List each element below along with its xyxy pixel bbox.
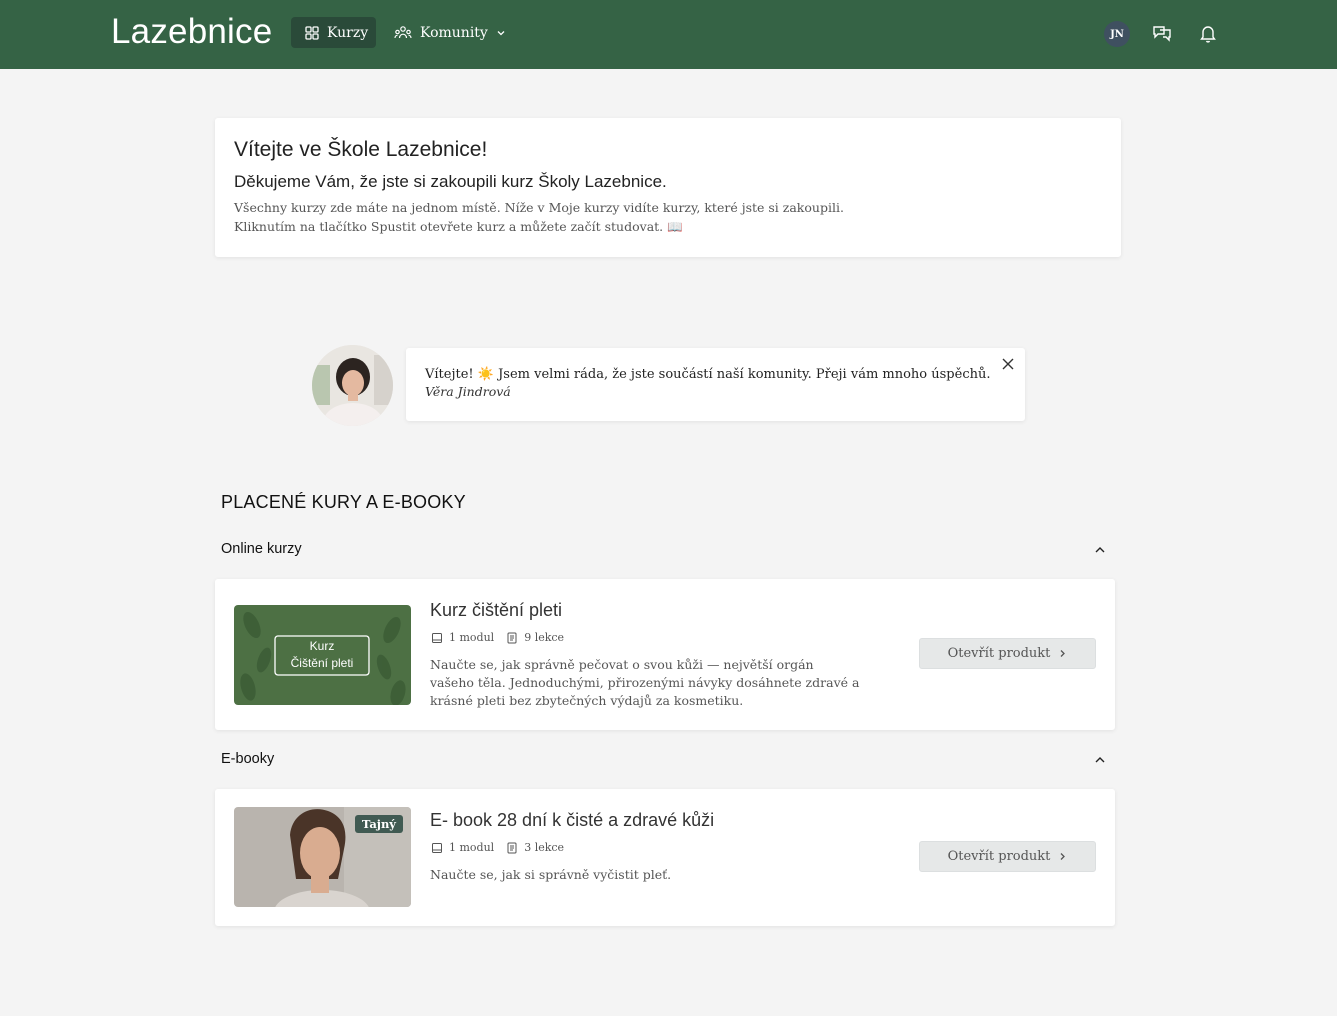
top-navigation-bar: Lazebnice Kurzy Komunity JN — [0, 0, 1337, 69]
chevron-down-icon — [497, 30, 505, 35]
thumbnail-line-1: Kurz — [309, 639, 335, 653]
product-card-kurz-cisteni-pleti: Kurz Čištění pleti Kurz čištění pleti 1 … — [215, 579, 1115, 730]
open-product-label: Otevřít produkt — [947, 849, 1051, 864]
module-icon — [432, 842, 442, 853]
lesson-count: 3 lekce — [524, 841, 565, 854]
grid-icon — [305, 25, 319, 40]
category-header-online-kurzy[interactable]: Online kurzy — [221, 541, 1107, 557]
nav-kurzy[interactable]: Kurzy — [291, 17, 376, 48]
open-product-button[interactable]: Otevřít produkt — [919, 841, 1096, 872]
quote-author: Věra Jindrová — [425, 384, 511, 399]
welcome-subtitle: Děkujeme Vám, že jste si zakoupili kurz … — [234, 172, 667, 191]
chevron-up-icon[interactable] — [1093, 753, 1107, 767]
welcome-text: Všechny kurzy zde máte na jednom místě. … — [234, 200, 844, 234]
welcome-card: Vítejte ve Škole Lazebnice! Děkujeme Vám… — [215, 118, 1121, 257]
product-description: Naučte se, jak si správně vyčistit pleť. — [430, 867, 672, 882]
nav-komunity-label: Komunity — [420, 24, 488, 41]
thumbnail-line-2: Čištění pleti — [290, 656, 354, 670]
lesson-count: 9 lekce — [524, 631, 565, 644]
lesson-icon — [507, 632, 517, 643]
close-icon[interactable] — [1001, 357, 1015, 371]
product-meta: 1 modul 3 lekce — [431, 841, 570, 854]
quote-text: Vítejte! ☀️ Jsem velmi ráda, že jste sou… — [425, 367, 991, 382]
product-description: Naučte se, jak správně pečovat o svou ků… — [430, 657, 860, 708]
chat-icon[interactable] — [1151, 22, 1173, 44]
product-thumbnail[interactable]: Kurz Čištění pleti — [234, 605, 411, 705]
product-meta: 1 modul 9 lekce — [431, 631, 570, 644]
bell-icon[interactable] — [1197, 22, 1219, 44]
community-icon — [394, 25, 412, 38]
quote-card: Vítejte! ☀️ Jsem velmi ráda, že jste sou… — [406, 348, 1025, 421]
logo[interactable]: Lazebnice — [111, 12, 272, 52]
category-name: E-booky — [221, 751, 275, 767]
module-count: 1 modul — [449, 631, 495, 644]
author-photo — [312, 345, 393, 426]
secret-badge: Tajný — [354, 815, 403, 833]
module-icon — [432, 632, 442, 643]
product-title[interactable]: E- book 28 dní k čisté a zdravé kůži — [430, 810, 714, 831]
product-title[interactable]: Kurz čištění pleti — [430, 600, 562, 621]
chevron-up-icon[interactable] — [1093, 543, 1107, 557]
product-thumbnail[interactable]: Tajný — [234, 807, 411, 907]
lesson-icon — [507, 842, 517, 853]
chevron-right-icon — [1060, 650, 1066, 657]
product-card-e-book: Tajný E- book 28 dní k čisté a zdravé ků… — [215, 789, 1115, 926]
category-name: Online kurzy — [221, 541, 302, 557]
chevron-right-icon — [1060, 853, 1066, 860]
nav-komunity[interactable]: Komunity — [394, 17, 506, 48]
section-title: PLACENÉ KURY A E-BOOKY — [221, 492, 466, 512]
open-product-button[interactable]: Otevřít produkt — [919, 638, 1096, 669]
welcome-title: Vítejte ve Škole Lazebnice! — [234, 138, 488, 161]
category-header-e-booky[interactable]: E-booky — [221, 751, 1107, 767]
user-avatar[interactable]: JN — [1104, 21, 1130, 47]
nav-kurzy-label: Kurzy — [327, 24, 369, 41]
open-product-label: Otevřít produkt — [947, 646, 1051, 661]
module-count: 1 modul — [449, 841, 495, 854]
